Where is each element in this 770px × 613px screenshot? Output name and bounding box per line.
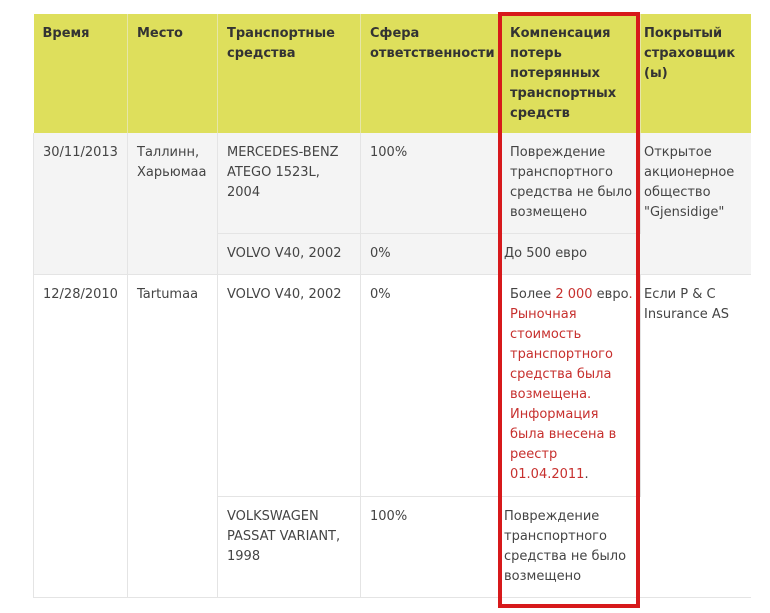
cell-date: 30/11/2013 [33,133,128,275]
table-header: Время Место Транспортные средства Сфера … [33,14,751,133]
compensation-prefix: Более [510,287,556,302]
compensation-suffix: . [584,467,589,482]
header-liability: Сфера ответственности [360,14,501,133]
cell-liability: 0% [360,274,501,497]
header-vehicles: Транспортные средства [217,14,361,133]
cell-vehicle: VOLKSWAGEN PASSAT VARIANT, 1998 [217,496,361,598]
table-row: 30/11/2013 Таллинн, Харьюмаа MERCEDES-BE… [33,133,751,275]
cell-compensation: Повреждение транспортного средства не бы… [500,496,641,598]
cell-compensation: Повреждение транспортного средства не бы… [500,133,641,234]
cell-place: Таллинн, Харьюмаа [127,133,218,275]
cell-vehicle: VOLVO V40, 2002 [217,274,361,497]
page: Время Место Транспортные средства Сфера … [0,0,770,613]
cell-compensation: Более 2 000 евро. Рыночная стоимость тра… [500,274,641,497]
cell-vehicle: VOLVO V40, 2002 [217,233,361,275]
header-date: Время [33,14,128,133]
header-compensation: Компенсация потерь потерянных транспортн… [500,14,641,133]
cell-vehicle: MERCEDES-BENZ ATEGO 1523L, 2004 [217,133,361,234]
cell-compensation: До 500 евро [500,233,641,275]
cell-liability: 100% [360,133,501,234]
header-row: Время Место Транспортные средства Сфера … [33,14,751,133]
compensation-note: . Рыночная стоимость транспортного средс… [510,287,633,482]
compensation-currency: евро [592,287,629,302]
cell-insurer: Если P & C Insurance AS [640,274,751,598]
compensation-amount: 2 000 [555,287,593,302]
table-body: 30/11/2013 Таллинн, Харьюмаа MERCEDES-BE… [33,133,751,598]
cell-place: Tartumaa [127,274,218,598]
header-insurer: Покрытый страховщик (ы) [640,14,751,133]
header-place: Место [127,14,218,133]
cell-liability: 0% [360,233,501,275]
cell-insurer: Открытое акционерное общество "Gjensidig… [640,133,751,275]
cell-date: 12/28/2010 [33,274,128,598]
accident-history-table: Время Место Транспортные средства Сфера … [33,14,751,598]
table-row: 12/28/2010 Tartumaa VOLVO V40, 2002 0% Б… [33,274,751,598]
cell-liability: 100% [360,496,501,598]
